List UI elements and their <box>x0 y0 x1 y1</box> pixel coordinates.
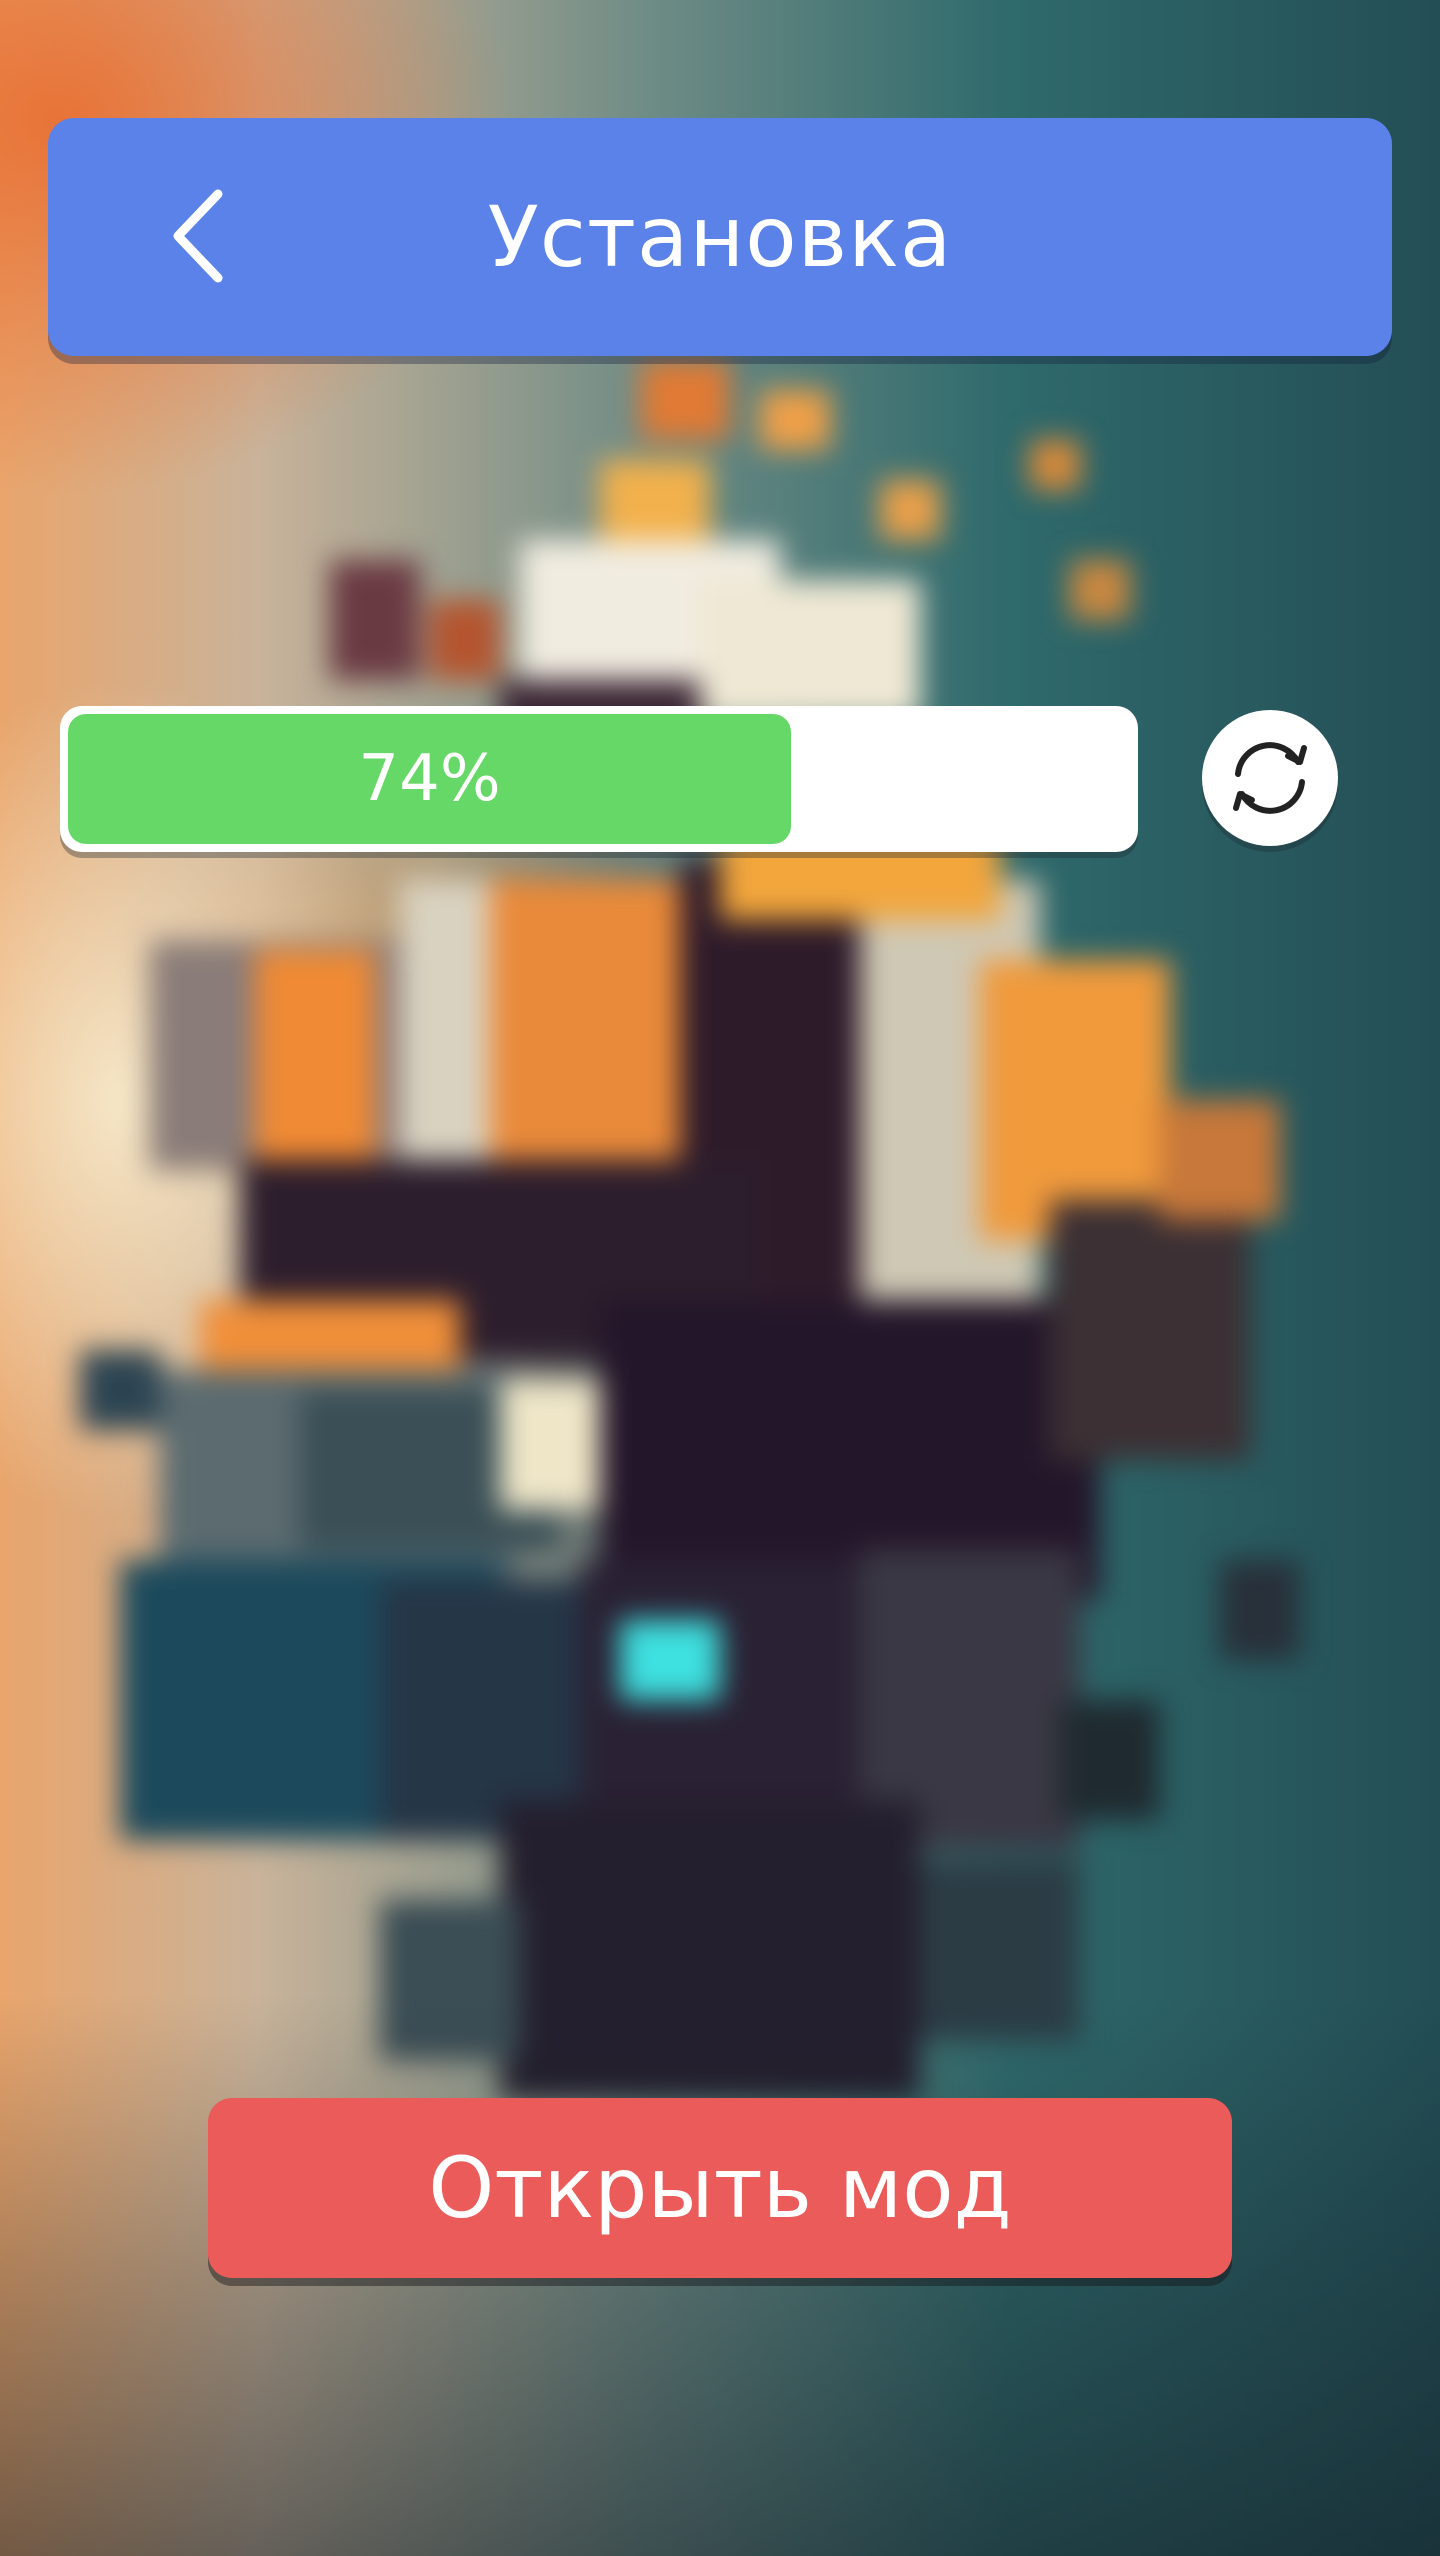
refresh-button[interactable] <box>1202 710 1338 846</box>
page-title: Установка <box>487 188 953 286</box>
back-button[interactable] <box>156 186 236 286</box>
install-progress-bar: 74% <box>60 706 1138 852</box>
header-bar: Установка <box>48 118 1392 356</box>
open-mod-button[interactable]: Открыть мод <box>208 2098 1232 2278</box>
refresh-icon <box>1233 742 1307 814</box>
progress-percent-label: 74% <box>358 742 501 816</box>
install-screen: Установка 74% Открыть мод <box>0 0 1440 2556</box>
chevron-left-icon <box>173 189 223 283</box>
